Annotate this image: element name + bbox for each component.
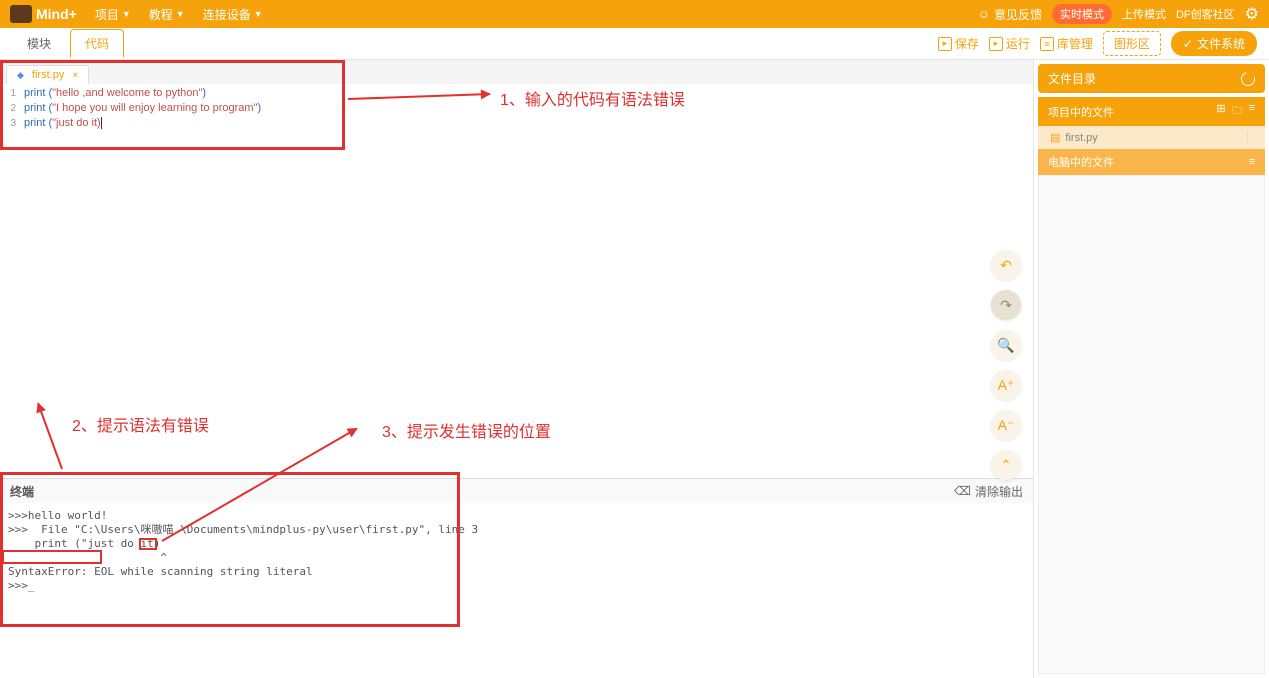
caret-down-icon: ▼ (254, 9, 263, 19)
editor-float-buttons: ↶ ↷ 🔍 A⁺ A⁻ ⌃ (991, 250, 1021, 480)
menu-icon[interactable]: ≡ (1249, 102, 1255, 121)
realtime-mode-pill[interactable]: 实时模式 (1052, 4, 1112, 24)
file-tab-firstpy[interactable]: ◆ first.py × (6, 65, 89, 84)
trash-icon: ⌫ (954, 484, 971, 498)
line-number: 3 (0, 116, 24, 131)
search-button[interactable]: 🔍 (991, 330, 1021, 360)
sub-toolbar: 模块 代码 ▸保存 ▸运行 ≡库管理 图形区 ✓文件系统 (0, 28, 1269, 60)
community-link[interactable]: DF创客社区 (1176, 6, 1235, 22)
font-plus-icon: A⁺ (998, 377, 1015, 394)
caret-down-icon: ▼ (176, 9, 185, 19)
collapse-button[interactable]: ⌃ (991, 450, 1021, 480)
toolbar-actions: ▸保存 ▸运行 ≡库管理 图形区 ✓文件系统 (938, 31, 1257, 56)
library-button[interactable]: ≡库管理 (1040, 35, 1093, 52)
file-tab-label: first.py (32, 69, 64, 81)
collapse-icon: ⌃ (1000, 457, 1012, 474)
undo-button[interactable]: ↶ (991, 250, 1021, 280)
run-button[interactable]: ▸运行 (989, 35, 1030, 52)
more-icon[interactable]: ⋮ (1242, 131, 1253, 144)
graph-area-button[interactable]: 图形区 (1103, 31, 1161, 56)
menu-icon[interactable]: ≡ (1249, 156, 1255, 168)
search-icon: 🔍 (997, 337, 1014, 354)
save-icon: ▸ (938, 37, 952, 51)
terminal-output[interactable]: >>>hello world! >>> File "C:\Users\咪嗷喵 \… (0, 503, 1033, 678)
tab-code[interactable]: 代码 (70, 29, 124, 58)
font-decrease-button[interactable]: A⁻ (991, 410, 1021, 440)
undo-icon: ↶ (1000, 257, 1012, 274)
logo-icon (10, 5, 32, 23)
font-increase-button[interactable]: A⁺ (991, 370, 1021, 400)
feedback-link[interactable]: ☺ 意见反馈 (978, 6, 1042, 23)
new-folder-icon[interactable]: 🗀 (1232, 102, 1243, 121)
terminal-title: 终端 (10, 483, 34, 500)
filesystem-button[interactable]: ✓文件系统 (1171, 31, 1257, 56)
check-icon: ✓ (1183, 37, 1193, 51)
annotation-text-1: 1、输入的代码有语法错误 (500, 86, 685, 110)
redo-button[interactable]: ↷ (991, 290, 1021, 320)
terminal-header: 终端 ⌫ 清除输出 (0, 479, 1033, 503)
annotation-text-3: 3、提示发生错误的位置 (382, 418, 551, 442)
refresh-icon[interactable] (1238, 69, 1257, 88)
sidebar-computer-files[interactable]: 电脑中的文件 ≡ (1038, 149, 1265, 175)
main-menu: 项目▼ 教程▼ 连接设备▼ (95, 6, 263, 23)
menu-connect-device[interactable]: 连接设备▼ (203, 6, 263, 23)
file-tab-bar: ◆ first.py × (0, 60, 1033, 84)
settings-icon[interactable]: ⚙ (1245, 4, 1259, 24)
sidebar-project-files[interactable]: 项目中的文件 ⊞ 🗀 ≡ (1038, 97, 1265, 126)
editor-area: ◆ first.py × 1 print ("hello ,and welcom… (0, 60, 1034, 678)
line-number: 1 (0, 86, 24, 101)
main-area: ◆ first.py × 1 print ("hello ,and welcom… (0, 60, 1269, 678)
line-number: 2 (0, 101, 24, 116)
clear-output-button[interactable]: ⌫ 清除输出 (954, 483, 1023, 500)
sidebar-file-item[interactable]: ▤ first.py ⋮ (1038, 126, 1265, 149)
app-header: Mind+ 项目▼ 教程▼ 连接设备▼ ☺ 意见反馈 实时模式 上传模式 DF创… (0, 0, 1269, 28)
sidebar-title: 文件目录 (1038, 64, 1265, 93)
new-file-icon[interactable]: ⊞ (1216, 102, 1225, 121)
app-logo: Mind+ (10, 5, 77, 23)
upload-mode-link[interactable]: 上传模式 (1122, 6, 1166, 22)
sidebar-empty-area (1038, 175, 1265, 674)
menu-tutorial[interactable]: 教程▼ (149, 6, 185, 23)
terminal-panel: 终端 ⌫ 清除输出 >>>hello world! >>> File "C:\U… (0, 478, 1033, 678)
python-file-icon: ◆ (17, 70, 24, 81)
caret-down-icon: ▼ (122, 9, 131, 19)
code-line: 3 print ("just do it) (0, 116, 1033, 131)
font-minus-icon: A⁻ (998, 417, 1015, 434)
file-sidebar: 文件目录 项目中的文件 ⊞ 🗀 ≡ ▤ first.py ⋮ 电脑中的文件 ≡ (1034, 60, 1269, 678)
library-icon: ≡ (1040, 37, 1054, 51)
redo-icon: ↷ (1000, 297, 1012, 314)
file-icon: ▤ (1050, 131, 1060, 144)
view-tabs: 模块 代码 (12, 29, 124, 58)
save-button[interactable]: ▸保存 (938, 35, 979, 52)
tab-block[interactable]: 模块 (12, 29, 66, 58)
logo-text: Mind+ (36, 6, 77, 22)
header-right: ☺ 意见反馈 实时模式 上传模式 DF创客社区 ⚙ (978, 4, 1259, 24)
close-icon[interactable]: × (72, 70, 78, 81)
annotation-text-2: 2、提示语法有错误 (72, 412, 209, 436)
play-icon: ▸ (989, 37, 1003, 51)
menu-project[interactable]: 项目▼ (95, 6, 131, 23)
lightbulb-icon: ☺ (978, 7, 990, 21)
